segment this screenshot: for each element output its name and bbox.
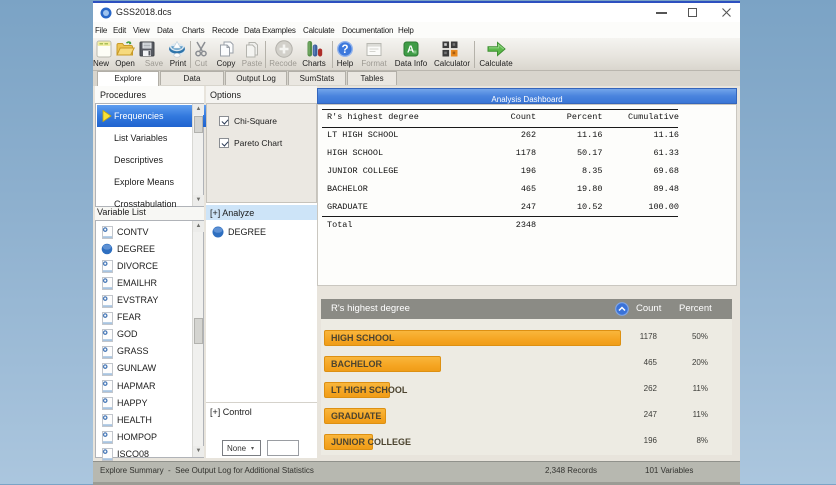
svg-text:A: A xyxy=(407,45,414,56)
svg-text:?: ? xyxy=(341,44,348,56)
